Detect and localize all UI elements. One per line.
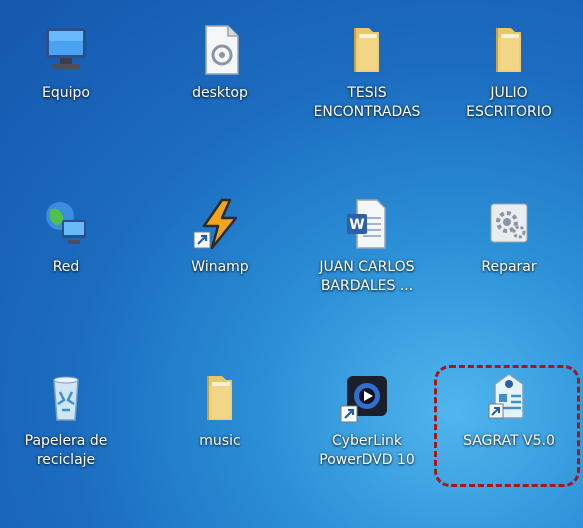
shortcut-music[interactable]: music — [155, 370, 285, 520]
shortcut-label: JUAN CARLOS BARDALES ... — [319, 259, 415, 294]
shortcut-red[interactable]: Red — [1, 196, 131, 346]
powerdvd-icon — [339, 370, 395, 426]
shortcut-cyberlink-powerdvd[interactable]: CyberLink PowerDVD 10 — [302, 370, 432, 520]
shortcut-label: desktop — [192, 85, 248, 101]
svg-text:W: W — [349, 217, 364, 233]
shortcut-label: JULIO ESCRITORIO — [466, 85, 552, 120]
shortcut-tesis-encontradas[interactable]: TESIS ENCONTRADAS — [302, 22, 432, 172]
shortcut-label: CyberLink PowerDVD 10 — [319, 433, 415, 468]
winamp-icon — [192, 196, 248, 252]
word-document-icon: W — [339, 196, 395, 252]
shortcut-papelera-de-reciclaje[interactable]: Papelera de reciclaje — [1, 370, 131, 520]
shortcut-label: Winamp — [191, 259, 249, 275]
shortcut-desktop[interactable]: desktop — [155, 22, 285, 172]
shortcut-label: music — [199, 433, 241, 449]
document-file-icon — [192, 22, 248, 78]
shortcut-winamp[interactable]: Winamp — [155, 196, 285, 346]
computer-icon — [38, 22, 94, 78]
shortcut-equipo[interactable]: Equipo — [1, 22, 131, 172]
repair-gear-icon — [481, 196, 537, 252]
folder-icon — [339, 22, 395, 78]
shortcut-label: Reparar — [481, 259, 537, 275]
shortcut-label: Papelera de reciclaje — [24, 433, 108, 468]
recycle-bin-icon — [38, 370, 94, 426]
shortcut-label: Equipo — [42, 85, 90, 101]
shortcut-reparar[interactable]: Reparar — [444, 196, 574, 346]
shortcut-label: TESIS ENCONTRADAS — [313, 85, 421, 120]
shortcut-juan-carlos-bardales[interactable]: W JUAN CARLOS BARDALES ... — [302, 196, 432, 346]
desktop: Equipo desktop TESIS ENCONTRADAS JULIO E… — [0, 0, 583, 528]
network-icon — [38, 196, 94, 252]
shortcut-label: Red — [52, 259, 80, 275]
selection-highlight-box — [434, 365, 580, 487]
shortcut-julio-escritorio[interactable]: JULIO ESCRITORIO — [444, 22, 574, 172]
folder-icon — [192, 370, 248, 426]
folder-icon — [481, 22, 537, 78]
